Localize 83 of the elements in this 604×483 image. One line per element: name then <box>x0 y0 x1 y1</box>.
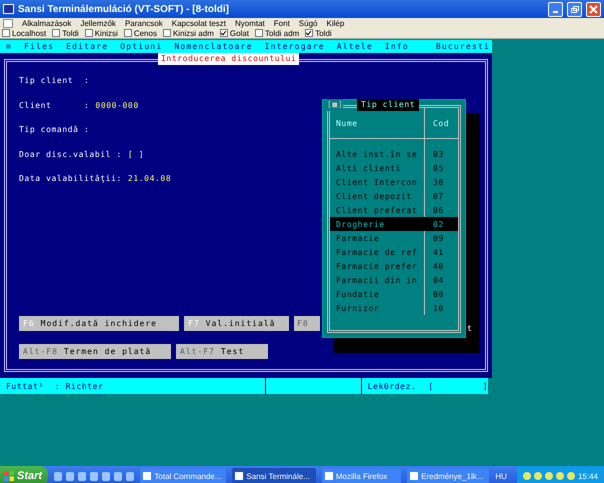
restore-icon <box>570 4 579 14</box>
list-row[interactable]: Farmacie de ref 41 <box>330 245 458 259</box>
app-icon <box>324 472 333 480</box>
list-row[interactable]: Farmacie 09 <box>330 231 458 245</box>
checkbox-label: Toldi <box>315 28 332 38</box>
menu-item[interactable]: Parancsok <box>124 18 163 28</box>
user-label: Futtat¹ : Richter <box>6 382 104 390</box>
column-header: Cod <box>424 108 450 138</box>
list-row[interactable]: Client Intercon 30 <box>330 175 458 189</box>
field-label: Data valabilităţii: <box>19 174 122 183</box>
checkbox[interactable] <box>84 29 93 37</box>
menu-item[interactable]: Kilép <box>326 18 344 28</box>
menu-item[interactable]: Editare <box>66 42 108 51</box>
taskbar-button[interactable]: Total Commande... <box>140 468 226 483</box>
menu-item[interactable]: Font <box>274 18 290 28</box>
app-icon <box>235 472 244 480</box>
checkbox[interactable] <box>305 29 314 37</box>
checkbox[interactable] <box>220 29 228 37</box>
menu-item[interactable]: Interogare <box>264 42 325 51</box>
taskbar-button[interactable]: Eredménye_1lk... <box>407 468 490 483</box>
menu-item[interactable]: Kapcsolat teszt <box>172 18 226 28</box>
menu-item[interactable]: Optiuni <box>120 42 162 51</box>
field-label: Doar disc.valabil : <box>19 150 122 158</box>
checkbox-label: Kinizsi adm <box>172 28 214 38</box>
field-value[interactable]: 21.04.08 <box>128 174 172 183</box>
taskbar-button[interactable]: Mozilla Firefox <box>322 468 402 483</box>
checkbox-label: Toldi <box>62 28 79 38</box>
column-header: Nume <box>335 118 359 128</box>
checkbox-label: Cenos <box>134 28 157 38</box>
list-row[interactable]: Farmacii din in 04 <box>330 273 458 287</box>
field-value[interactable]: 0000-000 <box>95 100 139 110</box>
checkbox[interactable] <box>162 29 171 37</box>
checkbox-label: Toldi adm <box>264 28 300 38</box>
list-row[interactable]: Farmacie prefer 40 <box>330 259 458 273</box>
list-row[interactable]: Furnizor 10 <box>330 301 458 315</box>
checkbox[interactable] <box>52 29 60 37</box>
checkbox-label: Kinizsi <box>94 28 118 38</box>
menu-item[interactable]: Alkalmazások <box>22 18 72 28</box>
list-row[interactable]: Fundatie 00 <box>330 287 458 301</box>
document-icon <box>3 18 13 28</box>
clock: 15:44 <box>578 472 598 480</box>
language-indicator[interactable]: HU <box>495 472 517 480</box>
close-button[interactable] <box>586 2 601 16</box>
checkbox[interactable] <box>2 29 10 37</box>
menu-item[interactable]: Altele <box>336 42 373 51</box>
function-button[interactable]: F7 Val.initială <box>184 316 289 331</box>
form-title: Introducerea discountului <box>158 53 300 65</box>
system-menu[interactable]: ≡ <box>6 42 12 51</box>
menu-item[interactable]: Jellemzők <box>80 18 116 28</box>
field-value[interactable]: [ ] <box>128 150 144 158</box>
menu-item[interactable]: Nomenclatoare <box>174 42 253 51</box>
window-title: Sansi Terminálemuláció (VT-SOFT) - [8-toldi] <box>18 4 230 14</box>
app-icon <box>143 472 152 480</box>
app-icon <box>3 4 14 14</box>
function-button[interactable]: F6 Modif.dată inchidere <box>19 316 179 331</box>
list-row[interactable]: Drogherie 02 <box>330 217 458 231</box>
menu-item[interactable]: Nyomtat <box>234 18 265 28</box>
partial-text: t <box>467 324 472 333</box>
windows-logo-icon <box>4 471 14 481</box>
query-field[interactable]: [ ] <box>428 382 488 390</box>
list-row[interactable]: Alte inst.în se 03 <box>330 147 458 161</box>
close-icon <box>589 4 598 14</box>
query-label: Lek0rdez. <box>368 382 416 390</box>
menu-item[interactable]: Files <box>24 42 54 51</box>
list-row[interactable]: Alti clienti 05 <box>330 161 458 175</box>
field-label: Tip comandă : <box>19 125 90 134</box>
list-row[interactable]: Client preferat 06 <box>330 203 458 217</box>
app-icon <box>410 472 418 480</box>
checkbox-label: Localhost <box>12 28 46 38</box>
maximize-button[interactable] <box>567 2 582 16</box>
checkbox[interactable] <box>124 29 132 37</box>
taskbar-button[interactable]: Sansi Terminále... <box>232 468 316 483</box>
list-row[interactable]: Client depozit 07 <box>330 189 458 203</box>
popup-title: Tip client <box>357 99 420 111</box>
minimize-button[interactable] <box>548 2 563 16</box>
field-label: Client : <box>19 100 90 110</box>
location-label: Bucuresti <box>436 42 491 51</box>
menu-item[interactable]: Súgó <box>298 18 318 28</box>
field-label: Tip client : <box>19 76 90 85</box>
menu-item[interactable]: Info <box>384 42 409 51</box>
checkbox[interactable] <box>254 29 263 37</box>
minimize-icon <box>553 10 558 12</box>
checkbox-label: Golat <box>230 28 249 38</box>
